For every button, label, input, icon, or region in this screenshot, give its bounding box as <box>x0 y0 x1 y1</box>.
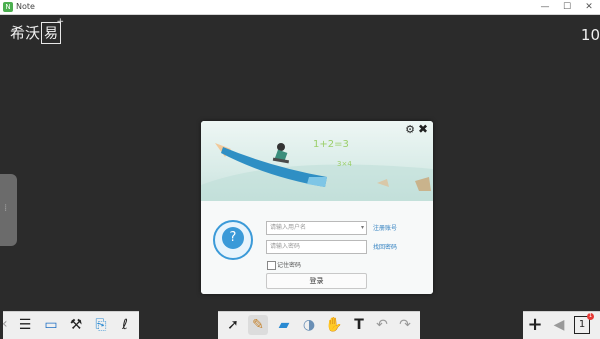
hand-icon[interactable]: ✋ <box>324 315 344 335</box>
clipboard-icon[interactable]: ⎘ <box>91 315 111 335</box>
pointer-icon[interactable]: ➚ <box>223 315 243 335</box>
page-badge: 1 <box>587 313 594 320</box>
maximize-button[interactable]: ☐ <box>556 0 578 14</box>
pen-icon[interactable]: ✎ <box>248 315 268 335</box>
svg-text:1+2=3: 1+2=3 <box>313 139 349 150</box>
app-icon: N <box>3 2 13 12</box>
monitor-icon[interactable]: ▭ <box>41 315 61 335</box>
curve-icon[interactable]: ℓ <box>115 315 135 335</box>
dialog-close-icon[interactable]: ✖ <box>418 122 428 136</box>
svg-text:3×4: 3×4 <box>337 160 352 168</box>
password-input[interactable]: 请输入密码 <box>266 240 367 254</box>
remember-password-label: 记住密码 <box>277 262 302 269</box>
undo-icon[interactable]: ↶ <box>372 315 392 335</box>
settings-gear-icon[interactable]: ⚙ <box>405 123 415 136</box>
minimize-button[interactable]: — <box>534 0 556 14</box>
tools-icon[interactable]: ⚒ <box>66 315 86 335</box>
app-logo: 希沃易 + <box>10 17 64 44</box>
redo-icon[interactable]: ↷ <box>395 315 415 335</box>
user-avatar: ? <box>213 220 253 260</box>
remember-password-checkbox[interactable] <box>267 261 276 270</box>
main-toolbar: ➚ ✎ ▰ ◑ ✋ T ↶ ↷ <box>218 311 420 339</box>
shape-icon[interactable]: ◑ <box>299 315 319 335</box>
register-link[interactable]: 注册账号 <box>373 223 397 232</box>
side-panel-handle[interactable]: ⁞ <box>0 174 17 246</box>
login-button[interactable]: 登录 <box>266 273 367 289</box>
logo-box: 易 + <box>41 17 64 44</box>
window-title: Note <box>16 2 35 11</box>
username-input[interactable]: 请输入用户名 ▾ <box>266 221 367 235</box>
left-chevron-icon[interactable]: ‹ <box>2 316 8 332</box>
handle-grip-icon: ⁞ <box>4 203 8 214</box>
left-toolbar: ‹ ☰ ▭ ⚒ ⎘ ℓ <box>2 311 139 339</box>
username-dropdown-icon[interactable]: ▾ <box>361 222 364 234</box>
text-icon[interactable]: T <box>349 315 369 335</box>
user-avatar-icon: ? <box>222 227 244 249</box>
login-banner: 1+2=3 3×4 ⚙ ✖ <box>201 121 433 201</box>
eraser-icon[interactable]: ▰ <box>274 315 294 335</box>
banner-illustration: 1+2=3 3×4 <box>201 139 433 201</box>
title-bar: N Note — ☐ ✕ <box>0 0 600 15</box>
close-window-button[interactable]: ✕ <box>578 0 600 14</box>
menu-icon[interactable]: ☰ <box>15 315 35 335</box>
page-toolbar: + ◀ 1 1 <box>523 311 600 339</box>
login-dialog: 1+2=3 3×4 ⚙ ✖ ? 请输入用户名 ▾ 注册账号 请输入密码 找回密码 … <box>201 121 433 294</box>
page-indicator: 10 <box>580 26 600 44</box>
prev-page-icon[interactable]: ◀ <box>549 315 569 335</box>
forgot-password-link[interactable]: 找回密码 <box>373 242 397 251</box>
add-page-icon[interactable]: + <box>525 315 545 335</box>
logo-text: 希沃 <box>10 24 41 42</box>
